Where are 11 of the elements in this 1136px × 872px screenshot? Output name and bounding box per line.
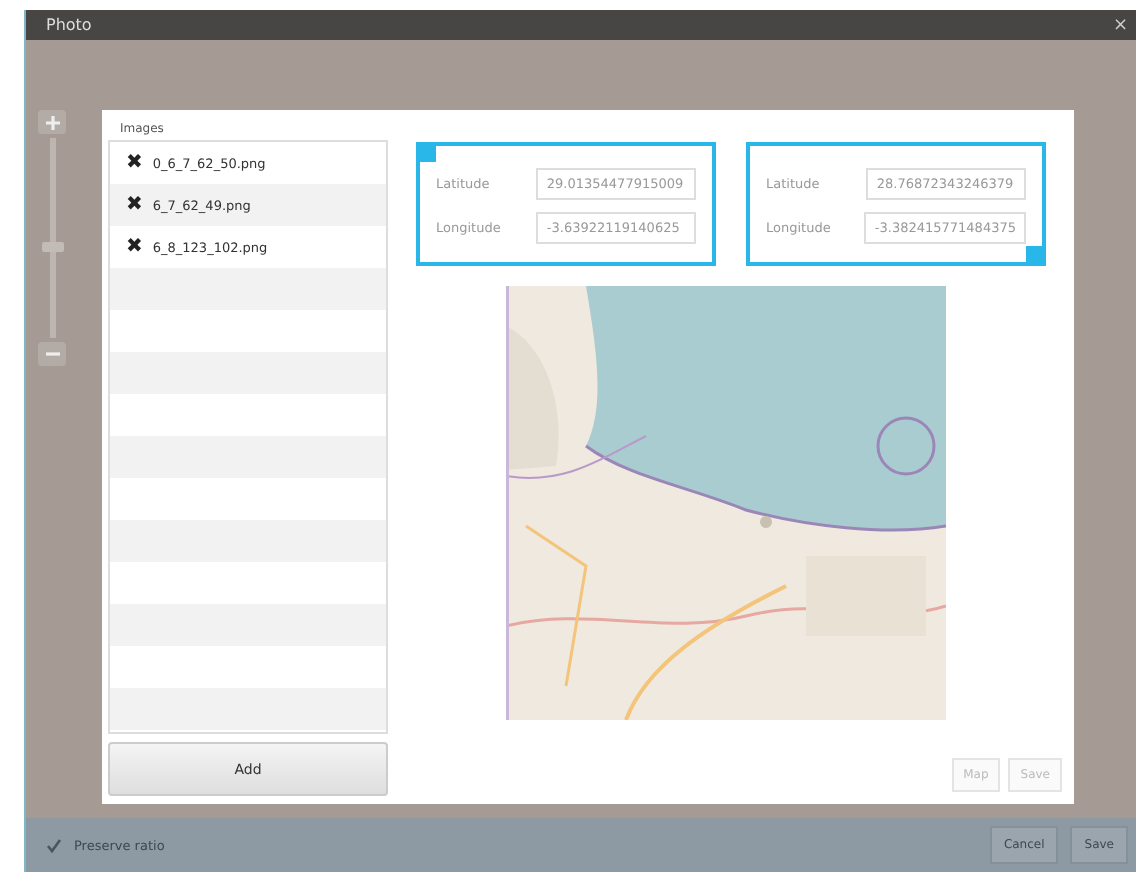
zoom-in-button[interactable] bbox=[38, 110, 66, 134]
slider-thumb[interactable] bbox=[41, 242, 63, 253]
remove-button[interactable]: ✖ bbox=[126, 236, 143, 258]
remove-button[interactable]: ✖ bbox=[126, 152, 143, 174]
checkbox[interactable] bbox=[46, 837, 62, 853]
plus-icon bbox=[45, 115, 59, 129]
window-title: Photo bbox=[46, 16, 92, 34]
close-button[interactable]: × bbox=[1112, 15, 1128, 35]
remove-button[interactable]: ✖ bbox=[126, 194, 143, 216]
zoom-out-button[interactable] bbox=[38, 342, 66, 366]
minus-icon bbox=[45, 352, 59, 356]
